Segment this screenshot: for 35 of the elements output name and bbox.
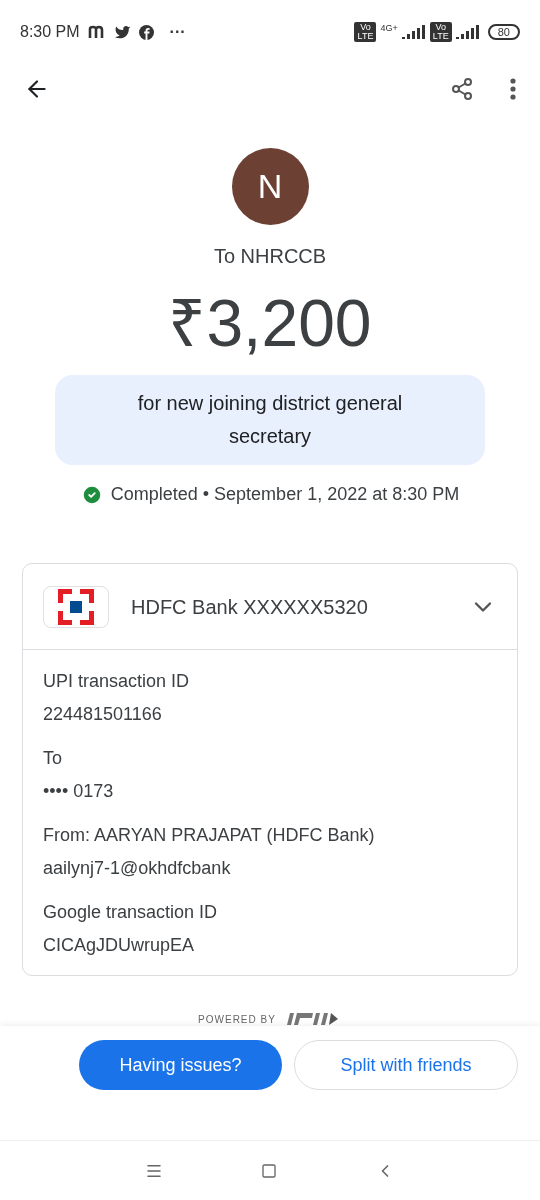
check-icon (80, 483, 103, 506)
signal-icon (401, 25, 426, 39)
share-button[interactable] (450, 77, 474, 101)
detail-value: •••• 0173 (43, 780, 115, 803)
more-notifications: ··· (169, 22, 186, 42)
m-icon (87, 25, 106, 39)
powered-by-label: POWERED BY (198, 1012, 276, 1026)
detail-label: To (43, 747, 63, 770)
bird-icon (113, 25, 131, 39)
having-issues-button[interactable]: Having issues? (79, 1040, 283, 1090)
detail-value: 224481501166 (43, 703, 163, 726)
bank-logo-icon (43, 585, 109, 628)
detail-label: From: AARYAN PRAJAPAT (HDFC Bank) (43, 824, 376, 847)
amount: ₹3,200 (168, 287, 372, 359)
payee-name: To NHRCCB (213, 244, 327, 269)
signal-icon (455, 25, 480, 39)
detail-label: UPI transaction ID (43, 670, 191, 693)
status-time: 8:30 PM (20, 22, 80, 42)
account-row[interactable]: HDFC Bank XXXXXX5320 (23, 564, 517, 650)
payee-avatar: N (231, 148, 309, 225)
detail-value: aailynj7-1@okhdfcbank (43, 857, 232, 880)
more-options-button[interactable] (510, 78, 516, 100)
network-type: 4G+ (380, 22, 398, 35)
volte-badge: Vo LTE (354, 22, 377, 42)
payment-note: for new joining district general secretary (55, 375, 485, 465)
share-icon (450, 77, 474, 101)
volte-badge: Vo LTE (429, 22, 452, 42)
detail-value: CICAgJDUwrupEA (43, 934, 196, 957)
battery-indicator: 80 (487, 24, 520, 40)
detail-label: Google transaction ID (43, 901, 219, 924)
more-vertical-icon (510, 78, 516, 100)
facebook-icon (138, 24, 154, 40)
payment-status: Completed • September 1, 2022 at 8:30 PM (110, 483, 460, 506)
split-button[interactable]: Split with friends (294, 1040, 518, 1090)
home-nav-icon[interactable] (261, 1162, 277, 1179)
